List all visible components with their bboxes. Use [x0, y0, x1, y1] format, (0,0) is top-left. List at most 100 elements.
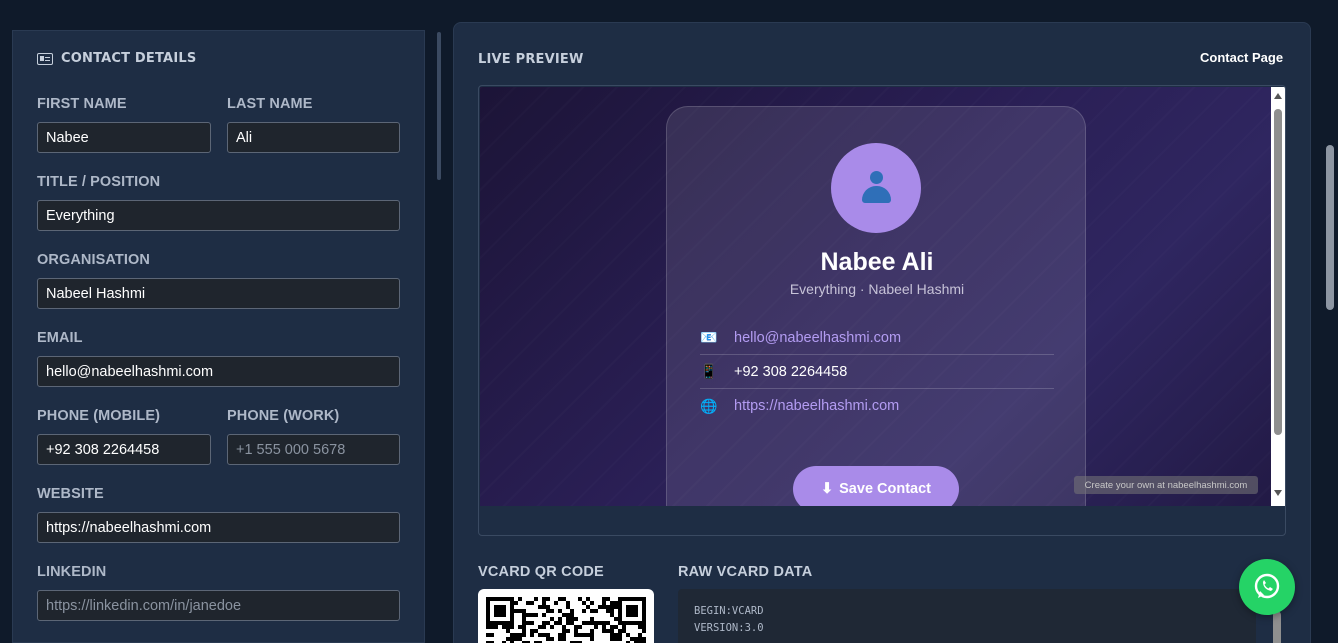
- qr-module: [518, 597, 522, 601]
- qr-module: [494, 625, 498, 629]
- title-input[interactable]: [37, 200, 400, 231]
- phone-work-input[interactable]: [227, 434, 400, 465]
- website-label: WEBSITE: [37, 486, 104, 502]
- qr-module: [614, 601, 618, 605]
- qr-module: [490, 633, 494, 637]
- qr-module: [570, 617, 574, 621]
- website-input[interactable]: [37, 512, 400, 543]
- qr-module: [590, 621, 594, 625]
- tab-contact-page[interactable]: Contact Page: [1200, 50, 1283, 65]
- qr-module: [562, 597, 566, 601]
- linkedin-label: LINKEDIN: [37, 564, 107, 580]
- qr-module: [566, 613, 570, 617]
- card-name: Nabee Ali: [820, 248, 934, 276]
- card-website-link[interactable]: https://nabeelhashmi.com: [734, 398, 899, 414]
- qr-module: [562, 637, 566, 641]
- qr-module: [614, 617, 618, 621]
- organisation-input[interactable]: [37, 278, 400, 309]
- qr-module: [574, 617, 578, 621]
- last-name-input[interactable]: [227, 122, 400, 153]
- qr-module: [606, 609, 610, 613]
- qr-module: [562, 613, 566, 617]
- globe-icon: 🌐: [700, 397, 718, 414]
- qr-module: [506, 637, 510, 641]
- scroll-down-arrow-icon[interactable]: [1274, 490, 1282, 496]
- title-label: TITLE / POSITION: [37, 174, 161, 190]
- qr-finder-inner: [494, 605, 506, 617]
- qr-module: [538, 625, 542, 629]
- qr-module: [530, 621, 534, 625]
- qr-module: [526, 621, 530, 625]
- qr-module: [602, 621, 606, 625]
- watermark-badge[interactable]: Create your own at nabeelhashmi.com: [1074, 476, 1258, 494]
- raw-vcard-heading: RAW VCARD DATA: [678, 564, 813, 580]
- qr-module: [542, 597, 546, 601]
- contact-details-panel: CONTACT DETAILS FIRST NAME LAST NAME TIT…: [12, 30, 425, 643]
- qr-module: [638, 625, 642, 629]
- qr-module: [602, 625, 606, 629]
- preview-scrollbar[interactable]: [1271, 87, 1285, 506]
- card-row-website[interactable]: 🌐 https://nabeelhashmi.com: [700, 389, 1054, 423]
- organisation-label: ORGANISATION: [37, 252, 150, 268]
- qr-module: [626, 633, 630, 637]
- qr-module: [558, 617, 562, 621]
- scroll-up-arrow-icon[interactable]: [1274, 93, 1282, 99]
- qr-module: [586, 597, 590, 601]
- save-contact-label: Save Contact: [839, 481, 932, 497]
- card-phone-text[interactable]: +92 308 2264458: [734, 364, 847, 380]
- qr-module: [538, 633, 542, 637]
- card-email-link[interactable]: hello@nabeelhashmi.com: [734, 330, 901, 346]
- left-panel-scrollbar[interactable]: [437, 32, 441, 180]
- qr-module: [602, 629, 606, 633]
- qr-module: [606, 629, 610, 633]
- qr-module: [514, 633, 518, 637]
- person-icon: [859, 171, 893, 205]
- phone-mobile-label: PHONE (MOBILE): [37, 408, 161, 424]
- qr-module: [590, 617, 594, 621]
- linkedin-input[interactable]: [37, 590, 400, 621]
- qr-module: [586, 621, 590, 625]
- qr-module: [550, 625, 554, 629]
- preview-viewport: Nabee Ali Everything · Nabeel Hashmi 📧 h…: [480, 87, 1271, 506]
- qr-module: [542, 633, 546, 637]
- qr-module: [554, 601, 558, 605]
- qr-module: [558, 597, 562, 601]
- qr-module: [642, 625, 646, 629]
- whatsapp-button[interactable]: [1239, 559, 1295, 615]
- qr-module: [622, 629, 626, 633]
- email-input[interactable]: [37, 356, 400, 387]
- first-name-input[interactable]: [37, 122, 211, 153]
- qr-module: [506, 629, 510, 633]
- live-preview-heading: LIVE PREVIEW: [478, 52, 584, 67]
- qr-module: [526, 613, 530, 617]
- qr-module: [546, 633, 550, 637]
- contact-card-icon: [37, 52, 53, 65]
- qr-module: [586, 633, 590, 637]
- qr-module: [566, 617, 570, 621]
- save-contact-button[interactable]: ⬇ Save Contact: [793, 466, 959, 506]
- qr-module: [570, 621, 574, 625]
- qr-module: [558, 621, 562, 625]
- qr-module: [602, 597, 606, 601]
- qr-module: [610, 609, 614, 613]
- qr-module: [502, 625, 506, 629]
- qr-module: [550, 637, 554, 641]
- qr-module: [490, 625, 494, 629]
- qr-module: [550, 609, 554, 613]
- qr-module: [638, 637, 642, 641]
- phone-work-label: PHONE (WORK): [227, 408, 340, 424]
- avatar: [831, 143, 921, 233]
- preview-scroll-thumb[interactable]: [1274, 109, 1282, 435]
- qr-module: [570, 609, 574, 613]
- card-row-phone[interactable]: 📱 +92 308 2264458: [700, 355, 1054, 389]
- card-row-email[interactable]: 📧 hello@nabeelhashmi.com: [700, 321, 1054, 355]
- qr-module: [518, 637, 522, 641]
- qr-module: [546, 597, 550, 601]
- qr-module: [546, 605, 550, 609]
- raw-vcard-scrollbar[interactable]: [1273, 611, 1281, 643]
- qr-module: [606, 605, 610, 609]
- page-scrollbar[interactable]: [1326, 145, 1334, 310]
- phone-mobile-input[interactable]: [37, 434, 211, 465]
- qr-module: [486, 625, 490, 629]
- mobile-phone-icon: 📱: [700, 363, 718, 379]
